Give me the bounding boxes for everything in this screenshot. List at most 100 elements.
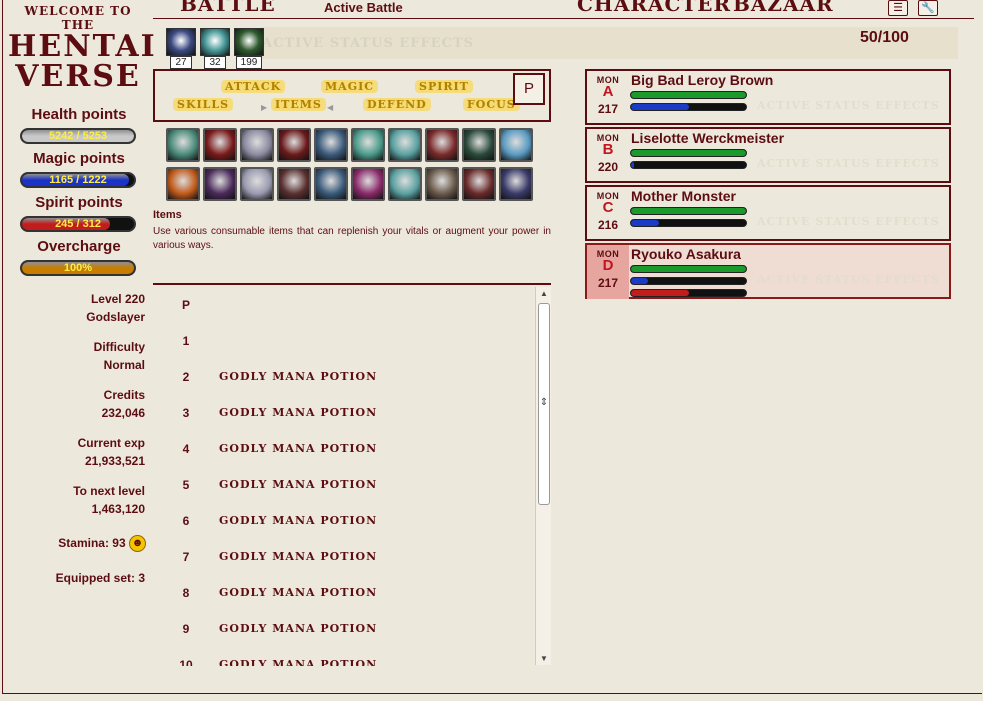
spirit-bar: 245 / 312	[20, 216, 136, 232]
quickbar-slot[interactable]	[314, 167, 348, 201]
items-scrollbar[interactable]: ▲ ⇕ ▼	[535, 287, 551, 665]
menu-defend[interactable]: DEFEND	[363, 98, 431, 111]
monster-hp-fill	[631, 92, 746, 98]
menu-skills[interactable]: SKILLS	[173, 98, 234, 111]
quickbar-slot[interactable]	[462, 128, 496, 162]
credits-value: 232,046	[101, 406, 145, 420]
scroll-up-icon[interactable]: ▲	[536, 289, 552, 298]
item-name[interactable]: GODLY MANA POTION	[219, 658, 377, 666]
menu-magic[interactable]: MAGIC	[321, 80, 379, 93]
quickbar-slot[interactable]	[203, 167, 237, 201]
item-slot-number: 10	[179, 658, 193, 666]
item-row[interactable]: 9 GODLY MANA POTION	[153, 622, 533, 642]
level: Level 220	[90, 292, 145, 306]
logo-line-1: WELCOME TO THE	[24, 4, 132, 32]
quickbar-slot[interactable]	[462, 167, 496, 201]
item-slot-number: 1	[182, 334, 190, 348]
item-row[interactable]: P	[153, 298, 533, 318]
scroll-grip-icon: ⇕	[539, 397, 549, 408]
effect-duration: 199	[236, 56, 262, 69]
logo-line-2: HENTAI	[8, 29, 157, 64]
item-slot-number: 4	[182, 442, 190, 456]
quickbar-slot[interactable]	[499, 128, 533, 162]
quickbar-slot[interactable]	[203, 128, 237, 162]
item-slot-number: 3	[182, 406, 190, 420]
health-value: 5242 / 5253	[48, 130, 108, 142]
effect-icon[interactable]	[234, 28, 264, 56]
monster-tag: MON A 217	[587, 71, 629, 125]
menu-icon[interactable]: ☰	[888, 0, 908, 16]
item-name[interactable]: GODLY MANA POTION	[219, 514, 377, 527]
monster-mp-fill	[631, 162, 635, 168]
turn-counter: 50/100	[860, 29, 909, 46]
quickbar-slot[interactable]	[166, 128, 200, 162]
menu-p-button[interactable]: P	[513, 73, 545, 105]
scroll-down-icon[interactable]: ▼	[536, 654, 552, 663]
quickbar-slot[interactable]	[166, 167, 200, 201]
spirit-value: 245 / 312	[55, 218, 101, 230]
item-name[interactable]: GODLY MANA POTION	[219, 550, 377, 563]
monster-name: Mother Monster	[631, 188, 736, 204]
health-label: Health points	[31, 106, 127, 123]
quickbar-slot[interactable]	[351, 167, 385, 201]
item-name[interactable]: GODLY MANA POTION	[219, 406, 377, 419]
nav-character[interactable]: CHARACTER	[577, 0, 731, 16]
nav-battle[interactable]: BATTLE	[180, 0, 276, 16]
item-row[interactable]: 5 GODLY MANA POTION	[153, 478, 533, 498]
quickbar-slot[interactable]	[277, 128, 311, 162]
menu-items[interactable]: ITEMS	[271, 98, 326, 111]
monster-status-effects-label: ACTIVE STATUS EFFECTS	[757, 99, 940, 112]
quickbar-slot[interactable]	[314, 128, 348, 162]
quickbar-slot[interactable]	[499, 167, 533, 201]
monster-letter: D	[602, 257, 614, 274]
next-level-info: To next level 1,463,120	[30, 482, 145, 518]
item-row[interactable]: 7 GODLY MANA POTION	[153, 550, 533, 570]
item-name[interactable]: GODLY MANA POTION	[219, 622, 377, 635]
quickbar-slot[interactable]	[240, 167, 274, 201]
item-name[interactable]: GODLY MANA POTION	[219, 586, 377, 599]
description-title: Items	[153, 209, 182, 221]
item-name[interactable]: GODLY MANA POTION	[219, 370, 377, 383]
quickbar-slot[interactable]	[240, 128, 274, 162]
item-row[interactable]: 10 GODLY MANA POTION	[153, 658, 533, 666]
quickbar-slot[interactable]	[388, 167, 422, 201]
nav-bazaar[interactable]: BAZAAR	[733, 0, 834, 16]
menu-spirit[interactable]: SPIRIT	[415, 80, 473, 93]
monster-card[interactable]: MON B 220 Liselotte Werckmeister ACTIVE STAT…	[585, 127, 951, 183]
item-slot-number: 6	[182, 514, 190, 528]
next-level-label: To next level	[73, 484, 145, 498]
monster-card[interactable]: MON D 217 Ryouko Asakura ACTIVE STATUS EFFEC…	[585, 243, 951, 299]
quickbar-slot[interactable]	[388, 128, 422, 162]
monster-hp-fill	[631, 208, 746, 214]
effect-icon[interactable]	[166, 28, 196, 56]
item-row[interactable]: 4 GODLY MANA POTION	[153, 442, 533, 462]
nav-active-battle[interactable]: Active Battle	[324, 0, 403, 15]
item-slot-number: 5	[182, 478, 190, 492]
quickbar-slot[interactable]	[425, 128, 459, 162]
item-slot-number: 2	[182, 370, 190, 384]
logo: WELCOME TO THE HENTAI VERSE	[8, 4, 157, 92]
magic-value: 1165 / 1222	[49, 174, 107, 186]
effect-icon[interactable]	[200, 28, 230, 56]
item-row[interactable]: 6 GODLY MANA POTION	[153, 514, 533, 534]
quickbar-slot[interactable]	[277, 167, 311, 201]
item-row[interactable]: 2 GODLY MANA POTION	[153, 370, 533, 390]
monster-mp-fill	[631, 104, 689, 110]
level-info: Level 220 Godslayer	[30, 290, 145, 326]
menu-focus[interactable]: FOCUS	[463, 98, 520, 111]
monster-card[interactable]: MON C 216 Mother Monster ACTIVE STATUS EFFEC…	[585, 185, 951, 241]
item-row[interactable]: 1	[153, 334, 533, 354]
item-row[interactable]: 3 GODLY MANA POTION	[153, 406, 533, 426]
selection-left-icon: ▶	[261, 103, 268, 112]
monster-hp-bar	[630, 149, 747, 157]
quickbar-slot[interactable]	[351, 128, 385, 162]
monster-hp-fill	[631, 150, 746, 156]
wrench-icon[interactable]: 🔧	[918, 0, 938, 16]
item-row[interactable]: 8 GODLY MANA POTION	[153, 586, 533, 606]
quickbar-slot[interactable]	[425, 167, 459, 201]
menu-attack[interactable]: ATTACK	[221, 80, 286, 93]
monster-level: 220	[597, 160, 619, 174]
item-name[interactable]: GODLY MANA POTION	[219, 442, 377, 455]
monster-card[interactable]: MON A 217 Big Bad Leroy Brown ACTIVE STATUS …	[585, 69, 951, 125]
item-name[interactable]: GODLY MANA POTION	[219, 478, 377, 491]
